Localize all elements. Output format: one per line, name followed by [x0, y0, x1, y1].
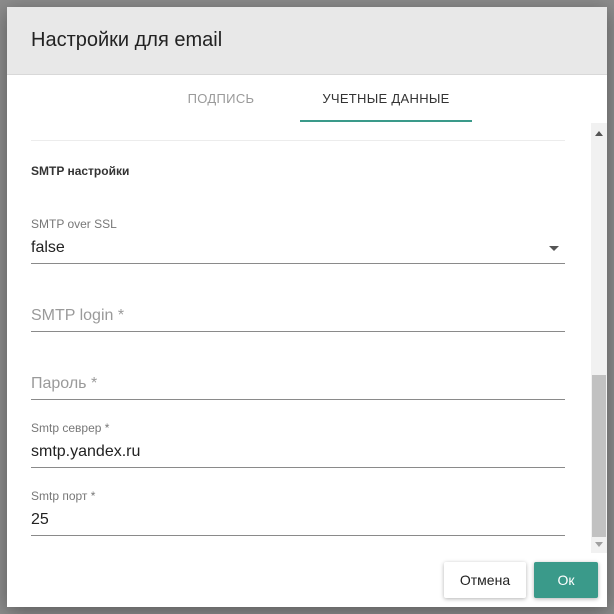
- smtp-port-label: Smtp порт *: [31, 489, 96, 503]
- dialog-title: Настройки для email: [31, 29, 223, 51]
- password-placeholder: Пароль *: [31, 375, 98, 392]
- scrollbar-thumb[interactable]: [592, 375, 606, 537]
- smtp-server-label: Smtp севрер *: [31, 421, 110, 435]
- smtp-ssl-value: false: [31, 239, 65, 256]
- smtp-server-value: smtp.yandex.ru: [31, 443, 141, 460]
- ok-button[interactable]: Ок: [534, 562, 598, 598]
- active-tab-indicator: [300, 120, 472, 122]
- smtp-server-field[interactable]: Smtp севрер * smtp.yandex.ru: [31, 405, 565, 469]
- tab-signature[interactable]: ПОДПИСЬ: [141, 75, 301, 123]
- password-field[interactable]: Пароль *: [31, 337, 565, 401]
- arrow-down-icon[interactable]: [595, 542, 603, 547]
- smtp-port-value: 25: [31, 511, 49, 528]
- smtp-login-placeholder: SMTP login *: [31, 307, 125, 324]
- smtp-login-field[interactable]: SMTP login *: [31, 269, 565, 333]
- credentials-form: SMTP настройки SMTP over SSL false SMTP …: [7, 123, 591, 553]
- smtp-port-underline: [31, 535, 565, 536]
- vertical-scrollbar[interactable]: [591, 123, 607, 553]
- smtp-login-underline: [31, 331, 565, 332]
- email-settings-dialog: Настройки для email ПОДПИСЬ УЧЕТНЫЕ ДАНН…: [7, 7, 607, 607]
- chevron-down-icon[interactable]: [549, 246, 559, 251]
- password-underline: [31, 399, 565, 400]
- dialog-footer: Отмена Ок: [7, 553, 607, 607]
- smtp-ssl-underline: [31, 263, 565, 264]
- smtp-server-underline: [31, 467, 565, 468]
- section-title: SMTP настройки: [31, 164, 130, 178]
- divider: [31, 140, 565, 141]
- tab-bar: ПОДПИСЬ УЧЕТНЫЕ ДАННЫЕ: [7, 75, 607, 123]
- smtp-port-field[interactable]: Smtp порт * 25: [31, 473, 565, 537]
- tab-credentials[interactable]: УЧЕТНЫЕ ДАННЫЕ: [300, 75, 472, 123]
- dialog-header: Настройки для email: [7, 7, 607, 75]
- smtp-ssl-select[interactable]: SMTP over SSL false: [31, 201, 565, 265]
- cancel-button[interactable]: Отмена: [444, 562, 526, 598]
- smtp-ssl-label: SMTP over SSL: [31, 217, 117, 231]
- arrow-up-icon[interactable]: [595, 131, 603, 136]
